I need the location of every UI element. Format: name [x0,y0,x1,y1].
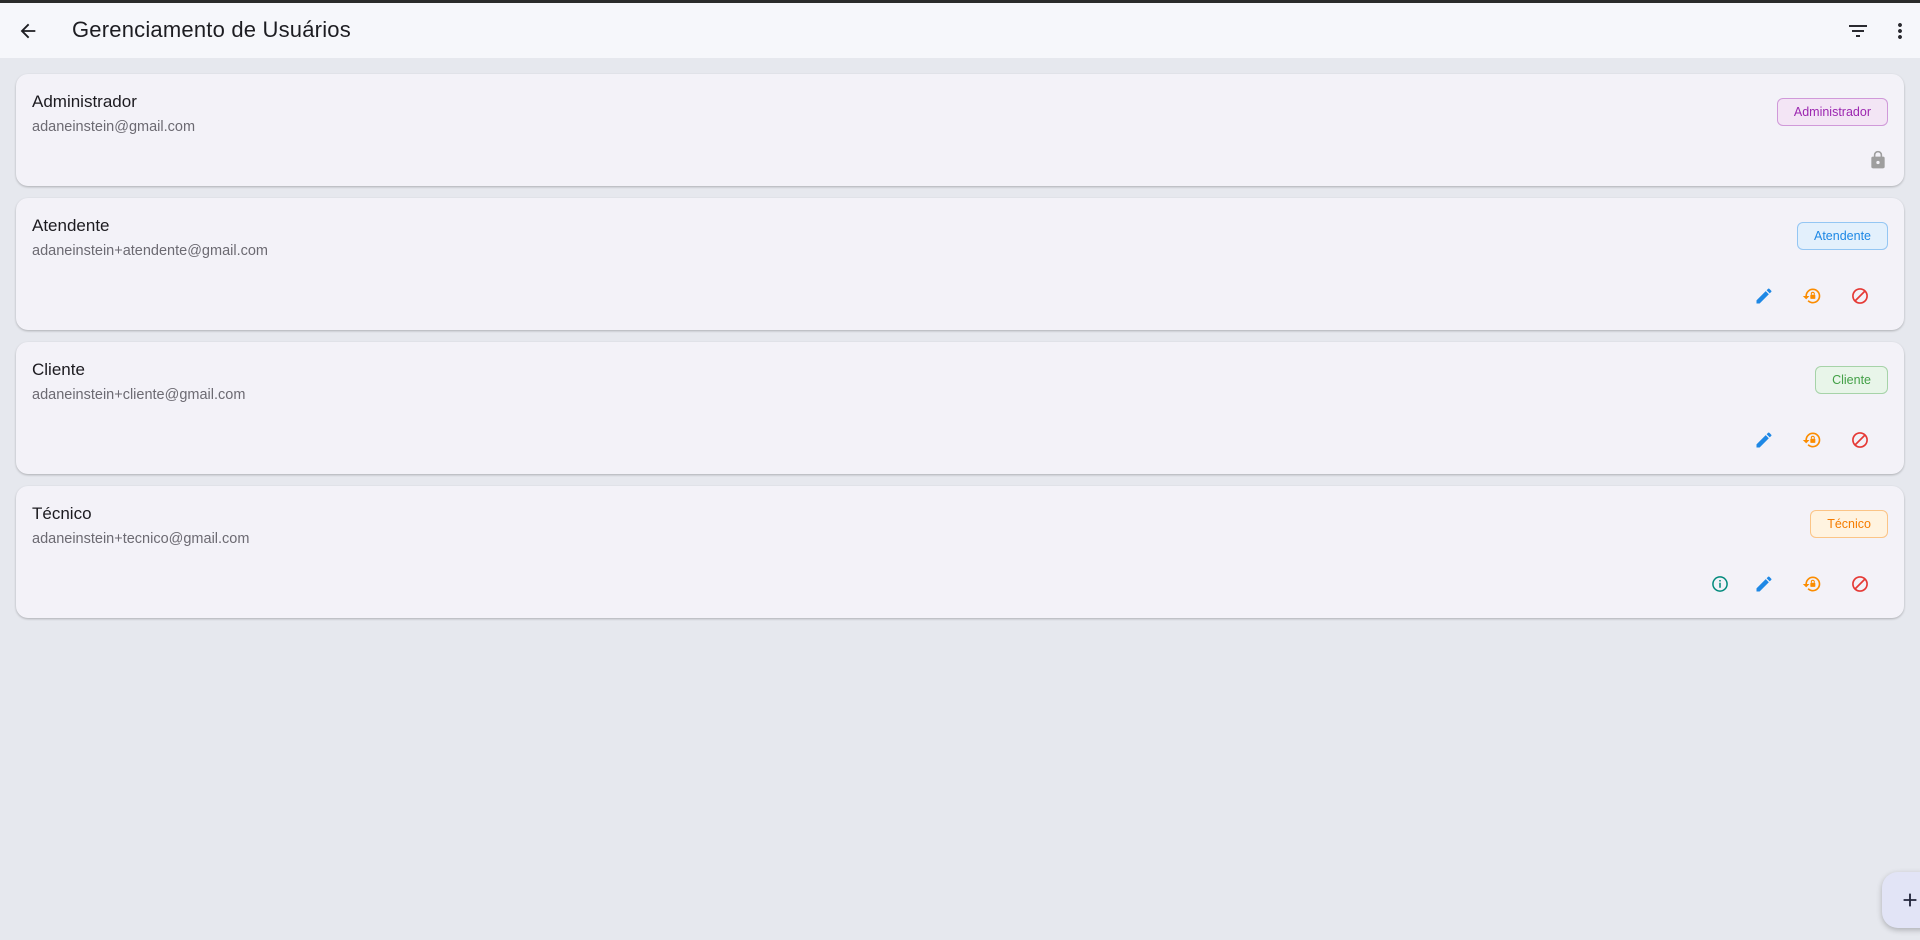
reset-password-button[interactable] [1788,284,1836,308]
user-actions [1740,428,1884,452]
lock-icon [1868,150,1888,170]
user-info-button[interactable] [1700,572,1740,596]
user-actions [1740,284,1884,308]
user-email: adaneinstein@gmail.com [32,119,196,135]
more-vert-icon [1898,23,1902,39]
filter-button[interactable] [1846,19,1870,43]
reset-password-icon [1802,576,1821,592]
user-card[interactable]: Atendente adaneinstein+atendente@gmail.co… [16,198,1904,330]
add-user-button[interactable] [1882,872,1920,928]
edit-user-button[interactable] [1740,572,1788,596]
user-card[interactable]: Cliente adaneinstein+cliente@gmail.com Cli… [16,342,1904,474]
user-name: Administrador [32,92,137,111]
block-icon [1852,432,1868,448]
block-icon [1852,576,1868,592]
reset-password-button[interactable] [1788,572,1836,596]
filter-icon [1849,25,1867,37]
user-email: adaneinstein+atendente@gmail.com [32,243,269,259]
block-user-button[interactable] [1836,284,1884,308]
user-name: Cliente [32,360,85,379]
block-user-button[interactable] [1836,572,1884,596]
info-icon [1712,576,1728,592]
back-button[interactable] [14,17,42,45]
edit-icon [1756,432,1772,448]
role-badge: Técnico [1810,510,1888,538]
user-name: Técnico [32,504,92,523]
arrow-back-icon [20,23,36,39]
add-icon [1903,893,1917,907]
user-actions [1700,572,1884,596]
more-options-button[interactable] [1888,19,1912,43]
role-badge: Atendente [1797,222,1888,250]
user-card[interactable]: Administrador adaneinstein@gmail.com Admin… [16,74,1904,186]
reset-password-icon [1802,432,1821,448]
edit-user-button[interactable] [1740,284,1788,308]
page-title: Gerenciamento de Usuários [72,17,351,42]
role-badge: Cliente [1815,366,1888,394]
role-badge: Administrador [1776,98,1888,126]
reset-password-button[interactable] [1788,428,1836,452]
block-icon [1852,288,1868,304]
edit-user-button[interactable] [1740,428,1788,452]
edit-icon [1756,288,1772,304]
user-card[interactable]: Técnico adaneinstein+tecnico@gmail.com Téc… [16,486,1904,618]
user-name: Atendente [32,216,110,235]
reset-password-icon [1802,288,1821,304]
user-email: adaneinstein+cliente@gmail.com [32,387,246,403]
block-user-button[interactable] [1836,428,1884,452]
app-bar: Gerenciamento de Usuários [0,3,1920,58]
user-email: adaneinstein+tecnico@gmail.com [32,531,250,547]
edit-icon [1756,576,1772,592]
